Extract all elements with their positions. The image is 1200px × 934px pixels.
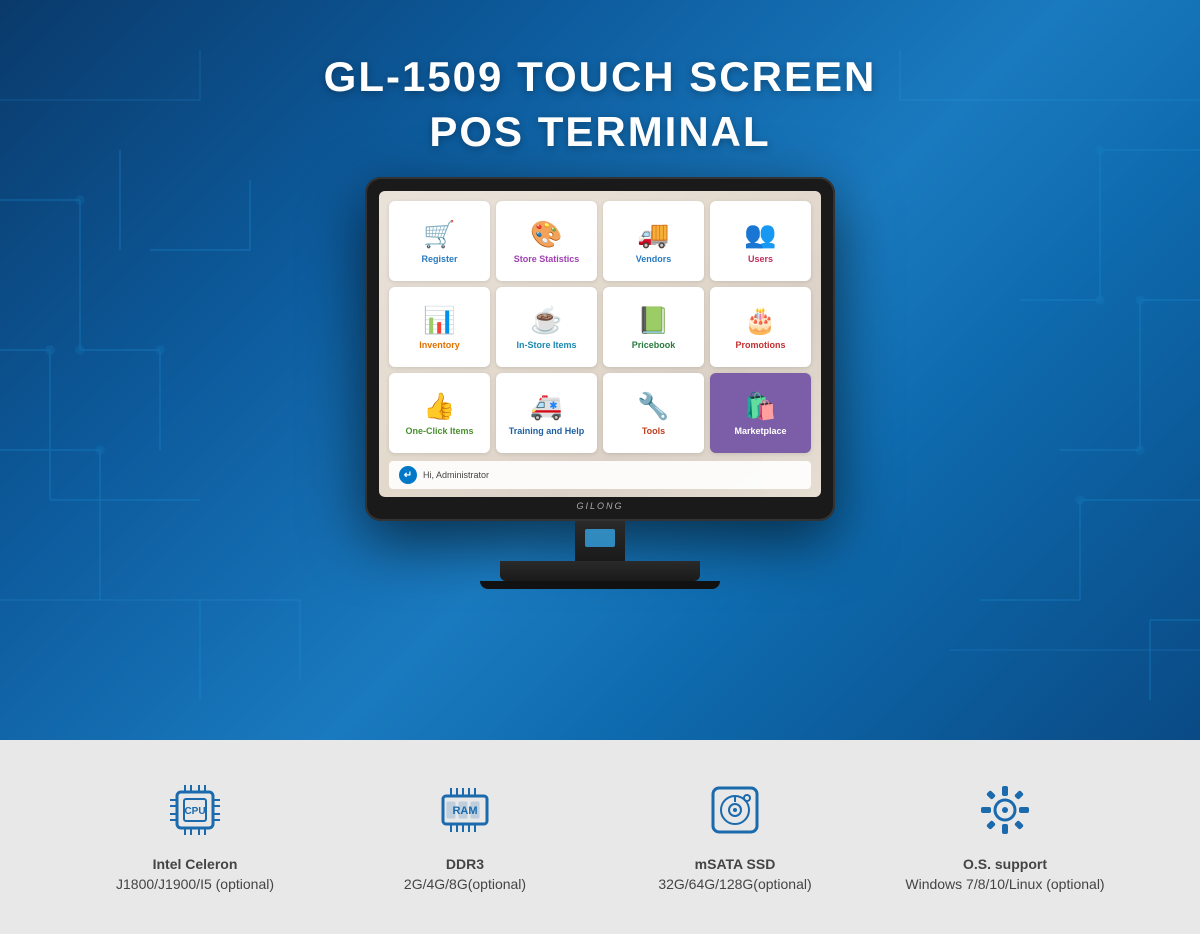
tile-users[interactable]: 👥 Users [710, 201, 811, 281]
tile-training[interactable]: 🚑 Training and Help [496, 373, 597, 453]
cpu-icon: CPU [165, 780, 225, 845]
vendors-icon: 🚚 [637, 219, 669, 250]
promotions-icon: 🎂 [744, 305, 776, 336]
ssd-icon [705, 780, 765, 845]
monitor-neck [575, 521, 625, 561]
ram-line1: DDR3 [446, 856, 484, 872]
tile-tools[interactable]: 🔧 Tools [603, 373, 704, 453]
svg-text:CPU: CPU [184, 806, 205, 817]
tile-oneclick[interactable]: 👍 One-Click Items [389, 373, 490, 453]
spec-ssd: mSATA SSD 32G/64G/128G(optional) [600, 780, 870, 894]
stats-label: Store Statistics [514, 254, 580, 265]
ram-text: DDR3 2G/4G/8G(optional) [404, 855, 526, 894]
ram-line2: 2G/4G/8G(optional) [404, 876, 526, 892]
tile-promotions[interactable]: 🎂 Promotions [710, 287, 811, 367]
spec-cpu: CPU Intel Celeron J1800/J1900/I5 (optiona… [60, 780, 330, 894]
ssd-text: mSATA SSD 32G/64G/128G(optional) [658, 855, 811, 894]
cpu-text: Intel Celeron J1800/J1900/I5 (optional) [116, 855, 274, 894]
monitor-base-bottom [480, 581, 720, 589]
spec-os: O.S. support Windows 7/8/10/Linux (option… [870, 780, 1140, 894]
monitor: 🛒 Register 🎨 Store Statistics 🚚 Vendors 👥 Users… [365, 177, 835, 589]
ssd-line1: mSATA SSD [695, 856, 776, 872]
avatar: ↵ [399, 466, 417, 484]
status-bar: ↵ Hi, Administrator [389, 461, 811, 489]
register-icon: 🛒 [423, 219, 455, 250]
register-label: Register [421, 254, 457, 265]
pricebook-label: Pricebook [632, 340, 676, 351]
oneclick-label: One-Click Items [405, 426, 473, 437]
tile-marketplace[interactable]: 🛍️ Marketplace [710, 373, 811, 453]
oneclick-icon: 👍 [423, 391, 455, 422]
top-section: GL-1509 TOUCH SCREEN POS TERMINAL 🛒 Regis… [0, 0, 1200, 740]
monitor-brand: GILONG [379, 501, 821, 511]
greeting-text: Hi, Administrator [423, 470, 489, 480]
training-icon: 🚑 [530, 391, 562, 422]
pricebook-icon: 📗 [637, 305, 669, 336]
inventory-label: Inventory [419, 340, 460, 351]
tile-pricebook[interactable]: 📗 Pricebook [603, 287, 704, 367]
monitor-screen: 🛒 Register 🎨 Store Statistics 🚚 Vendors 👥 Users… [379, 191, 821, 497]
os-line2: Windows 7/8/10/Linux (optional) [905, 876, 1104, 892]
monitor-bezel: 🛒 Register 🎨 Store Statistics 🚚 Vendors 👥 Users… [365, 177, 835, 521]
marketplace-label: Marketplace [734, 426, 786, 437]
specs-section: CPU Intel Celeron J1800/J1900/I5 (optiona… [0, 740, 1200, 934]
tile-vendors[interactable]: 🚚 Vendors [603, 201, 704, 281]
os-line1: O.S. support [963, 856, 1047, 872]
marketplace-icon: 🛍️ [744, 391, 776, 422]
training-label: Training and Help [509, 426, 585, 437]
inventory-icon: 📊 [423, 305, 455, 336]
tools-label: Tools [642, 426, 665, 437]
vendors-label: Vendors [636, 254, 672, 265]
title-line1: GL-1509 TOUCH SCREEN [324, 53, 877, 100]
tile-instore[interactable]: ☕ In-Store Items [496, 287, 597, 367]
title-line2: POS TERMINAL [429, 108, 770, 155]
instore-label: In-Store Items [516, 340, 576, 351]
stats-icon: 🎨 [530, 219, 562, 250]
monitor-neck-light [585, 529, 615, 547]
monitor-base [500, 561, 700, 581]
users-label: Users [748, 254, 773, 265]
ram-icon: RAM [435, 780, 495, 845]
os-icon [975, 780, 1035, 845]
spec-ram: RAM DDR3 2G/4G/8G(optional) [330, 780, 600, 894]
tile-register[interactable]: 🛒 Register [389, 201, 490, 281]
tile-inventory[interactable]: 📊 Inventory [389, 287, 490, 367]
tile-stats[interactable]: 🎨 Store Statistics [496, 201, 597, 281]
cpu-line2: J1800/J1900/I5 (optional) [116, 876, 274, 892]
os-text: O.S. support Windows 7/8/10/Linux (option… [905, 855, 1104, 894]
page-title: GL-1509 TOUCH SCREEN POS TERMINAL [324, 50, 877, 159]
promotions-label: Promotions [735, 340, 785, 351]
ssd-line2: 32G/64G/128G(optional) [658, 876, 811, 892]
tools-icon: 🔧 [637, 391, 669, 422]
instore-icon: ☕ [530, 305, 562, 336]
cpu-line1: Intel Celeron [153, 856, 238, 872]
tiles-grid: 🛒 Register 🎨 Store Statistics 🚚 Vendors 👥 Users… [389, 201, 811, 453]
users-icon: 👥 [744, 219, 776, 250]
